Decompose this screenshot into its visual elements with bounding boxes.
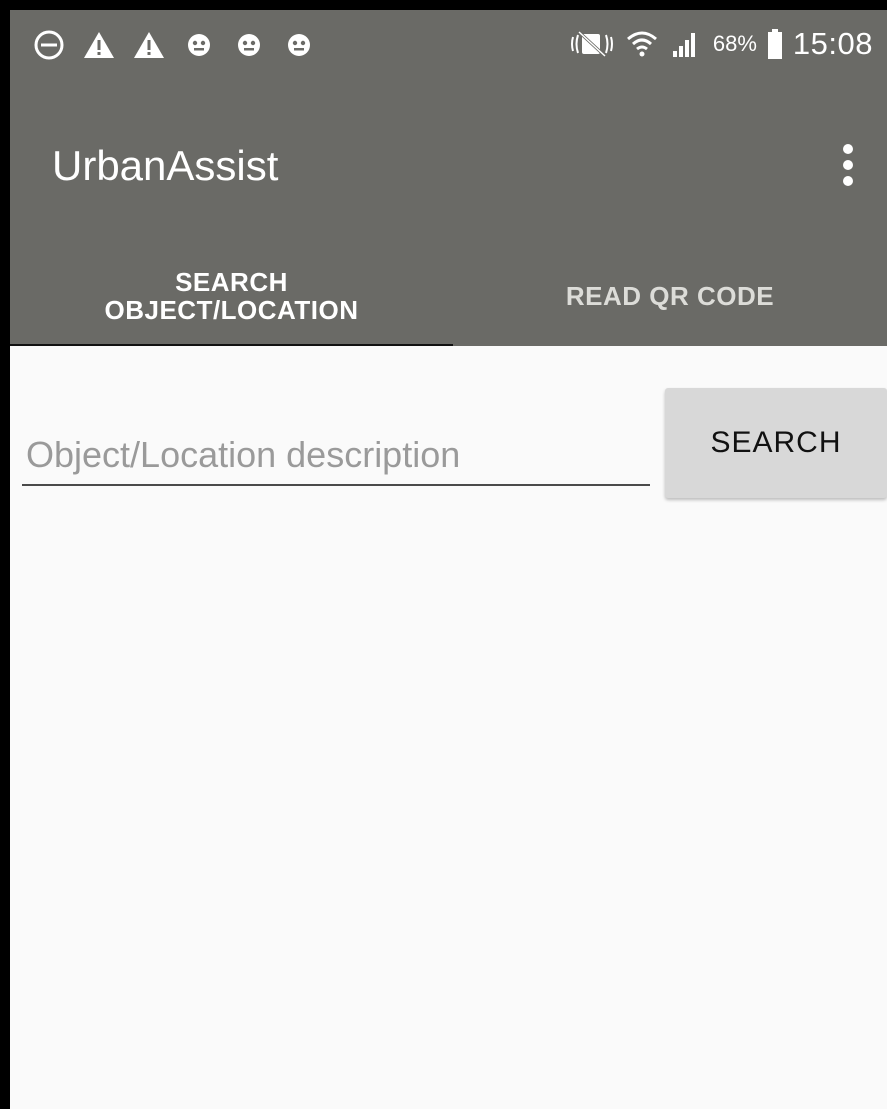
battery-percent: 68% <box>712 31 757 56</box>
search-panel: SEARCH <box>10 346 887 1109</box>
signal-icon <box>672 33 695 57</box>
app-screen: 68% 15:08 UrbanAssist SEARCH OBJECT/LOCA… <box>10 10 887 1109</box>
wifi-icon <box>626 31 657 57</box>
overflow-dot <box>843 144 853 154</box>
overflow-dot <box>843 176 853 186</box>
search-button[interactable]: SEARCH <box>665 388 887 498</box>
overflow-dot <box>843 160 853 170</box>
notification-icon <box>238 34 260 56</box>
app-title: UrbanAssist <box>52 142 279 189</box>
system-icons: 68% 15:08 <box>569 24 873 64</box>
notification-icons <box>32 28 316 62</box>
status-bar: 68% 15:08 <box>10 10 887 80</box>
tab-label: SEARCH OBJECT/LOCATION <box>104 267 359 325</box>
tab-search-object-location[interactable]: SEARCH OBJECT/LOCATION <box>10 246 453 350</box>
battery-icon <box>767 29 782 59</box>
vibrate-icon <box>570 30 613 58</box>
tab-label: READ QR CODE <box>565 281 775 311</box>
warning-icon <box>134 32 164 58</box>
search-input[interactable] <box>22 426 650 486</box>
warning-icon <box>84 32 114 58</box>
minus-circle-icon <box>34 30 64 60</box>
notification-icon <box>188 34 210 56</box>
clock: 15:08 <box>792 26 873 61</box>
tab-read-qr-code[interactable]: READ QR CODE <box>453 246 887 346</box>
app-bar: UrbanAssist <box>10 80 887 246</box>
more-vert-icon[interactable] <box>833 140 863 190</box>
notification-icon <box>288 34 310 56</box>
tab-bar: SEARCH OBJECT/LOCATION READ QR CODE <box>10 246 887 350</box>
